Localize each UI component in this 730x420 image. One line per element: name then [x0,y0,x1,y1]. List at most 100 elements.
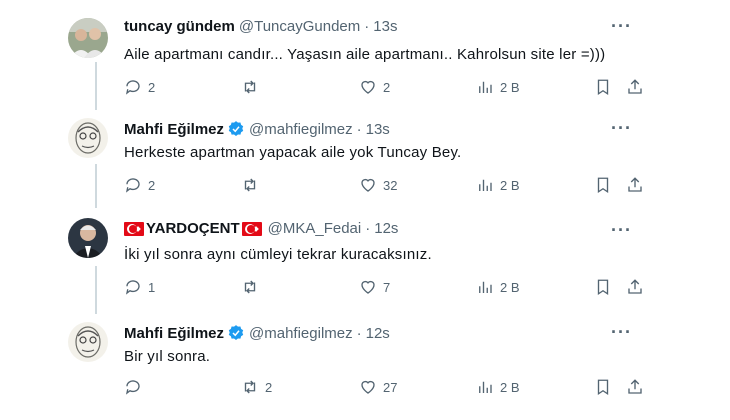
tweet-header: YARDOÇENT @MKA_Fedai · 12s [124,220,398,237]
like-button[interactable]: 27 [359,378,397,396]
separator: · [356,120,362,138]
tweet-1[interactable]: tuncay gündem @TuncayGundem · 13s ··· Ai… [58,4,672,104]
heart-icon [361,280,375,294]
avatar[interactable] [68,218,108,258]
retweet-icon [244,178,256,192]
reply-icon [125,80,140,95]
avatar[interactable] [68,18,108,58]
retweet-button[interactable] [241,278,265,296]
more-options-icon[interactable]: ··· [611,322,632,343]
tweet-text: Herkeste apartman yapacak aile yok Tunca… [124,144,462,161]
avatar[interactable] [68,118,108,158]
views-button[interactable]: 2 B [476,78,520,96]
bookmark-icon [597,379,609,396]
more-options-icon[interactable]: ··· [611,118,632,139]
action-bar: 2 27 2 B [124,378,644,398]
tweet-3[interactable]: YARDOÇENT @MKA_Fedai · 12s ··· İki yıl s… [58,208,672,308]
timestamp[interactable]: 13s [366,121,390,138]
views-button[interactable]: 2 B [476,176,520,194]
timestamp[interactable]: 12s [366,325,390,342]
timestamp[interactable]: 12s [374,220,398,237]
heart-icon [361,80,375,94]
bookmark-button[interactable] [594,378,612,396]
views-button[interactable]: 2 B [476,278,520,296]
bookmark-icon [597,79,609,96]
retweet-icon [244,280,256,294]
view-count: 2 B [500,379,520,395]
tweet-header: Mahfi Eğilmez @mahfiegilmez · 12s [124,324,390,342]
reply-icon [125,178,140,193]
tweet-header: tuncay gündem @TuncayGundem · 13s [124,18,397,35]
share-button[interactable] [626,278,644,296]
bookmark-button[interactable] [594,78,612,96]
sketch-portrait-avatar [68,118,108,158]
bar-chart-icon [479,281,492,293]
tweet-4[interactable]: Mahfi Eğilmez @mahfiegilmez · 12s ··· Bi… [58,310,672,420]
like-button[interactable]: 7 [359,278,390,296]
share-icon [628,379,642,394]
tweet-text: Aile apartmanı candır... Yaşasın aile ap… [124,46,606,63]
share-button[interactable] [626,176,644,194]
timestamp[interactable]: 13s [373,18,397,35]
tweet-text: İki yıl sonra aynı cümleyi tekrar kuraca… [124,246,432,263]
separator: · [356,324,362,342]
turkish-flag-icon [124,221,144,236]
reply-count: 2 [148,177,156,193]
heart-icon [361,380,375,394]
avatar[interactable] [68,322,108,362]
more-options-icon[interactable]: ··· [611,220,632,241]
separator: · [364,18,370,35]
reply-count: 1 [148,279,156,295]
retweet-icon [244,80,256,94]
action-bar: 2 32 2 B [124,176,644,196]
display-name[interactable]: YARDOÇENT [146,220,240,237]
more-options-icon[interactable]: ··· [611,16,632,37]
tweet-2[interactable]: Mahfi Eğilmez @mahfiegilmez · 13s ··· He… [58,106,672,206]
reply-button[interactable]: 2 [124,78,155,96]
like-count: 7 [383,279,391,295]
reply-button[interactable]: 1 [124,278,155,296]
user-handle[interactable]: @MKA_Fedai [268,220,362,237]
person-avatar-group [68,18,108,58]
reply-icon [125,280,140,295]
view-count: 2 B [500,279,520,295]
bar-chart-icon [479,179,492,191]
like-count: 2 [383,79,391,95]
heart-icon [361,178,375,192]
reply-count: 2 [148,79,156,95]
retweet-button[interactable] [241,176,265,194]
share-icon [628,79,642,94]
share-button[interactable] [626,378,644,396]
bookmark-button[interactable] [594,278,612,296]
share-icon [628,279,642,294]
tweet-text: Bir yıl sonra. [124,348,211,365]
retweet-icon [244,380,256,394]
like-button[interactable]: 32 [359,176,397,194]
user-handle[interactable]: @mahfiegilmez [249,121,353,138]
display-name[interactable]: Mahfi Eğilmez [124,121,224,138]
reply-button[interactable] [124,378,148,396]
person-avatar-suit [68,218,108,258]
bar-chart-icon [479,381,492,393]
display-name[interactable]: Mahfi Eğilmez [124,325,224,342]
verified-badge-icon [227,120,245,138]
views-button[interactable]: 2 B [476,378,520,396]
retweet-count: 2 [265,379,273,395]
user-handle[interactable]: @mahfiegilmez [249,325,353,342]
tweet-header: Mahfi Eğilmez @mahfiegilmez · 13s [124,120,390,138]
like-button[interactable]: 2 [359,78,390,96]
like-count: 32 [383,177,398,193]
action-bar: 1 7 2 B [124,278,644,298]
bookmark-icon [597,177,609,194]
view-count: 2 B [500,177,520,193]
share-button[interactable] [626,78,644,96]
retweet-button[interactable] [241,78,265,96]
like-count: 27 [383,379,398,395]
reply-icon [125,380,140,395]
user-handle[interactable]: @TuncayGundem [239,18,360,35]
action-bar: 2 2 2 B [124,78,644,98]
bookmark-button[interactable] [594,176,612,194]
reply-button[interactable]: 2 [124,176,155,194]
retweet-button[interactable]: 2 [241,378,272,396]
display-name[interactable]: tuncay gündem [124,18,235,35]
